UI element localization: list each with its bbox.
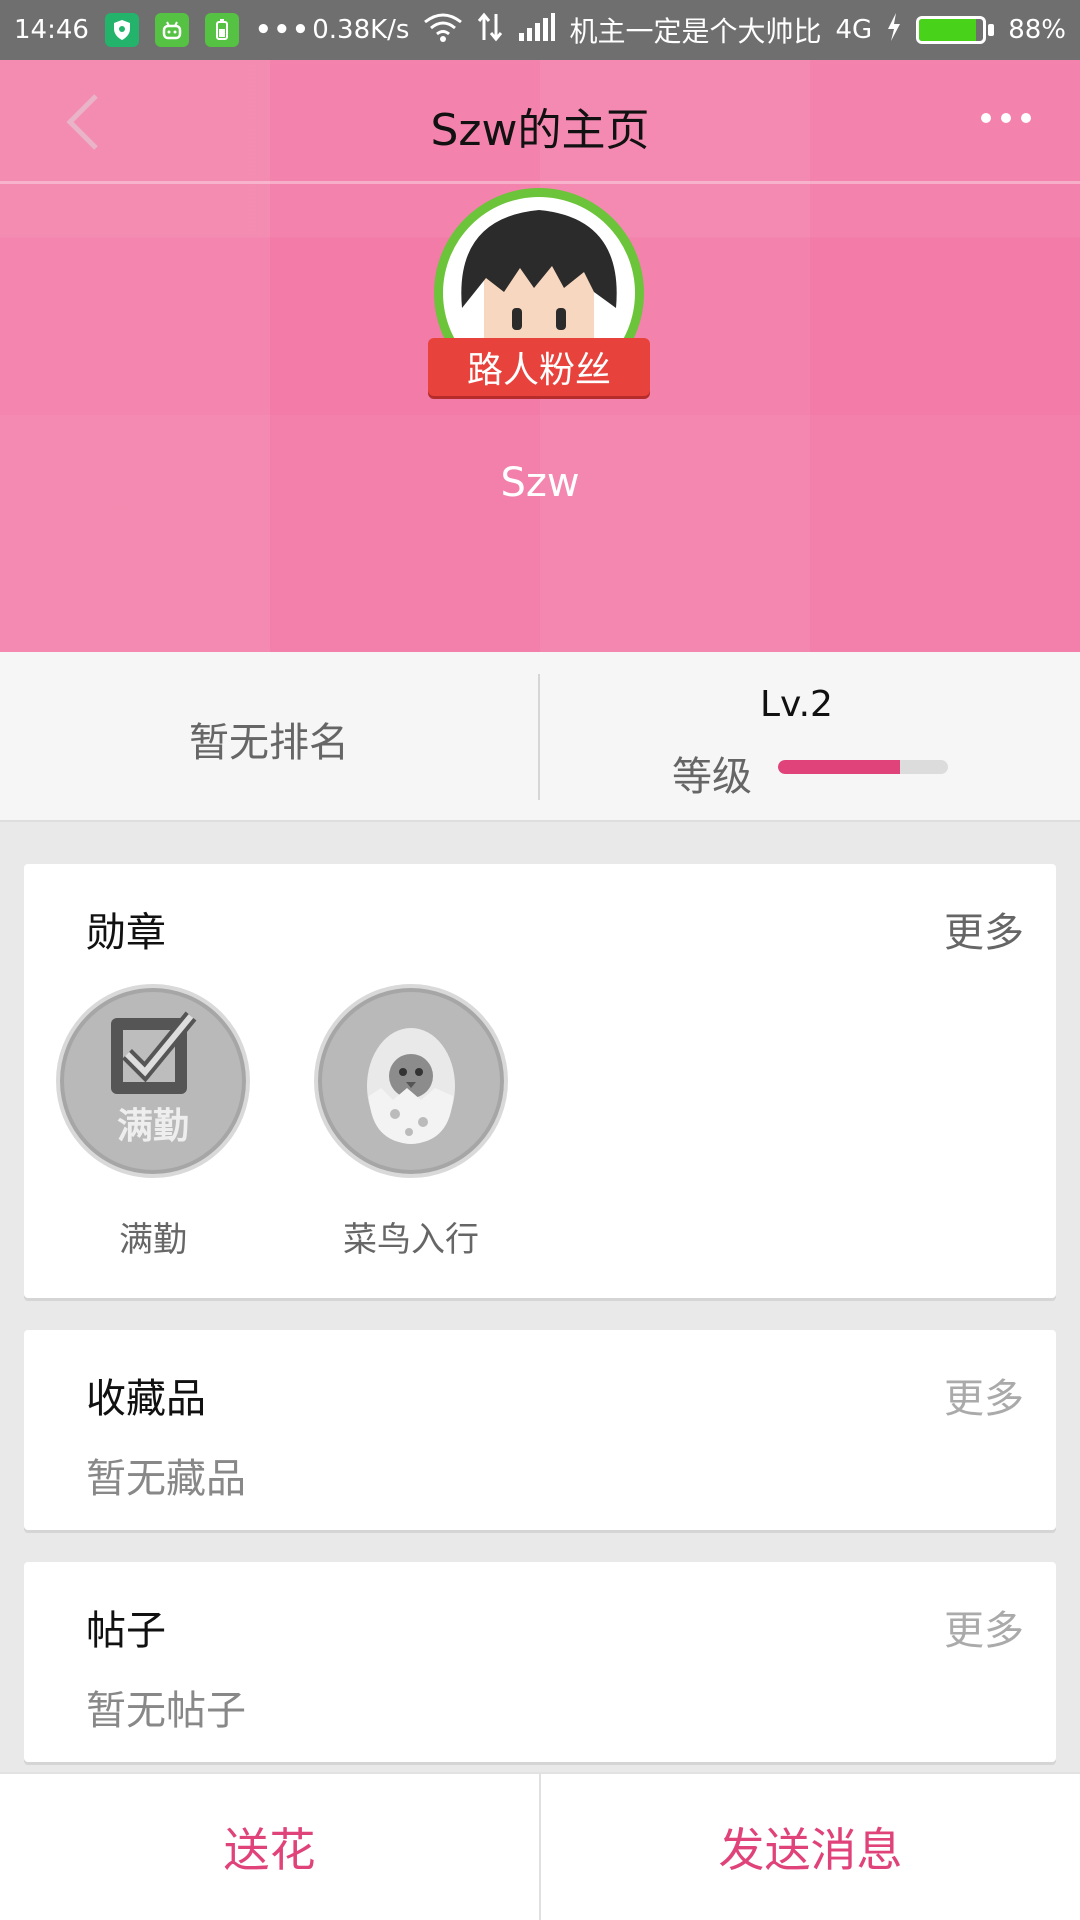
battery-app-icon (204, 13, 239, 47)
medals-more-link[interactable]: 更多 (944, 900, 1024, 958)
status-bar: 14:46 ••• 0.38K/s 机主一定是个大帅比 4G 88% (0, 0, 1080, 60)
posts-title: 帖子 (86, 1608, 166, 1654)
collections-title: 收藏品 (86, 1376, 206, 1422)
page-title: Szw的主页 (430, 105, 650, 156)
level-progress-bar (778, 760, 948, 774)
more-horizontal-icon[interactable] (978, 108, 1034, 128)
collections-more-link[interactable]: 更多 (944, 1366, 1024, 1424)
collections-empty-text: 暂无藏品 (86, 1456, 246, 1502)
level-label: 等级 (672, 754, 752, 800)
fan-level-ribbon: 路人粉丝 (428, 338, 650, 396)
charging-icon (886, 12, 902, 48)
battery-percent: 88% (1008, 15, 1066, 45)
posts-card: 帖子 更多 暂无帖子 (24, 1562, 1056, 1762)
battery-tip (988, 24, 995, 36)
username: Szw (500, 460, 580, 506)
battery-icon (916, 16, 987, 44)
carrier-name: 机主一定是个大帅比 (569, 15, 822, 48)
status-time: 14:46 (14, 15, 89, 45)
shield-icon (104, 13, 139, 47)
medals-card: 勋章 更多 满勤 满勤 菜鸟入行 (24, 864, 1056, 1298)
medals-title: 勋章 (86, 910, 166, 956)
level-value: Lv.2 (760, 684, 833, 725)
net-speed: 0.38K/s (312, 15, 410, 45)
more-dots-icon: ••• (254, 15, 311, 45)
stats-bar: 暂无排名 Lv.2 等级 (0, 652, 1080, 822)
wifi-icon (423, 12, 463, 49)
rank-text[interactable]: 暂无排名 (0, 710, 538, 768)
level-progress-fill (778, 760, 901, 774)
send-message-button[interactable]: 发送消息 (541, 1774, 1080, 1920)
android-icon (154, 13, 189, 47)
medal-icon-text: 满勤 (117, 1106, 189, 1147)
chick-egg-medal-icon (314, 984, 508, 1178)
collections-card: 收藏品 更多 暂无藏品 (24, 1330, 1056, 1530)
posts-empty-text: 暂无帖子 (86, 1688, 246, 1734)
signal-icon (517, 12, 556, 48)
posts-more-link[interactable]: 更多 (944, 1598, 1024, 1656)
profile-header: Szw的主页 路人粉丝 Szw (0, 60, 1080, 652)
nav-bar: Szw的主页 (0, 60, 1080, 184)
bottom-action-bar: 送花 发送消息 (0, 1772, 1080, 1920)
medal-item[interactable]: 满勤 满勤 (56, 984, 250, 1261)
avatar[interactable]: 路人粉丝 (428, 188, 650, 398)
checkbox-medal-icon: 满勤 (56, 984, 250, 1178)
medal-label: 满勤 (119, 1220, 187, 1260)
data-arrows-icon (477, 12, 503, 49)
stats-divider (538, 674, 540, 800)
network-type: 4G (835, 15, 873, 45)
medal-item[interactable]: 菜鸟入行 (314, 984, 508, 1261)
send-flower-button[interactable]: 送花 (0, 1774, 539, 1920)
medal-label: 菜鸟入行 (343, 1220, 479, 1260)
